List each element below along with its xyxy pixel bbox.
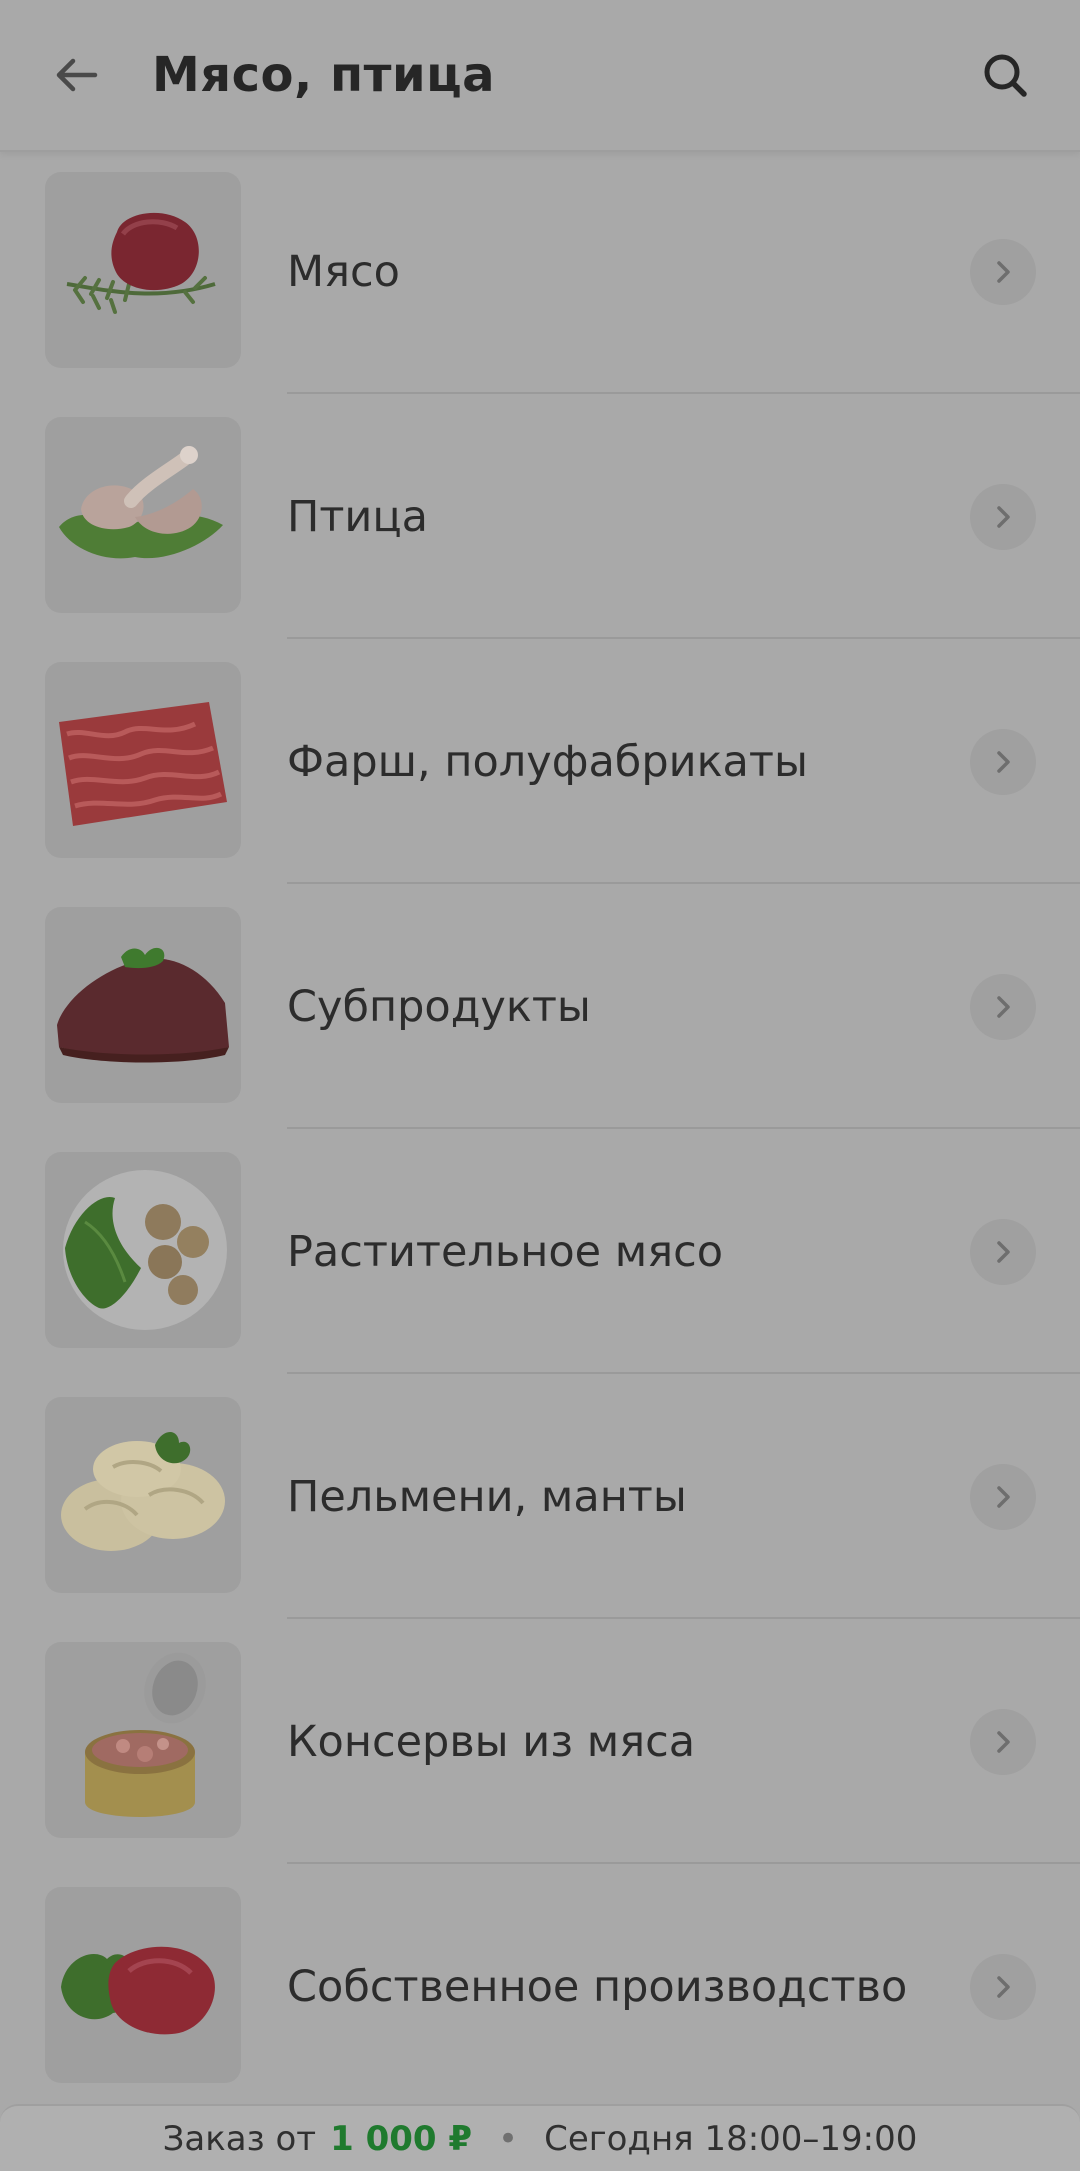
canned-meat-image — [45, 1642, 241, 1838]
category-row-dumplings[interactable]: Пельмени, манты — [0, 1375, 1080, 1620]
category-row-plant-meat[interactable]: Растительное мясо — [0, 1130, 1080, 1375]
row-divider — [287, 637, 1080, 639]
beef-image — [45, 172, 241, 368]
chevron-right-icon — [970, 974, 1036, 1040]
liver-image — [45, 907, 241, 1103]
category-label: Консервы из мяса — [287, 1717, 696, 1767]
category-row-poultry[interactable]: Птица — [0, 395, 1080, 640]
chevron-right-icon — [970, 1219, 1036, 1285]
category-row-offal[interactable]: Субпродукты — [0, 885, 1080, 1130]
category-label: Субпродукты — [287, 982, 591, 1032]
separator-dot: • — [498, 2118, 519, 2159]
dumplings-image — [45, 1397, 241, 1593]
category-row-meat[interactable]: Мясо — [0, 150, 1080, 395]
row-divider — [287, 1617, 1080, 1619]
order-prefix: Заказ от — [162, 2118, 317, 2159]
category-label: Пельмени, манты — [287, 1472, 687, 1522]
chevron-right-icon — [970, 484, 1036, 550]
own-production-meat-image — [45, 1887, 241, 2083]
chicken-legs-image — [45, 417, 241, 613]
row-divider — [287, 392, 1080, 394]
chevron-right-icon — [970, 1464, 1036, 1530]
row-divider — [287, 1862, 1080, 1864]
category-label: Собственное производство — [287, 1962, 908, 2012]
app-header: Мясо, птица — [0, 0, 1080, 152]
category-row-own-production[interactable]: Собственное производство — [0, 1865, 1080, 2110]
chevron-right-icon — [970, 239, 1036, 305]
back-button[interactable] — [42, 42, 112, 108]
category-list: Мясо Птица Фарш, полуфабрикаты Субпродук… — [0, 150, 1080, 2110]
plant-meat-image — [45, 1152, 241, 1348]
category-label: Мясо — [287, 247, 400, 297]
row-divider — [287, 1372, 1080, 1374]
delivery-info-bar[interactable]: Заказ от 1 000 ₽ • Сегодня 18:00–19:00 — [0, 2104, 1080, 2171]
chevron-right-icon — [970, 1709, 1036, 1775]
category-label: Растительное мясо — [287, 1227, 724, 1277]
category-label: Фарш, полуфабрикаты — [287, 737, 808, 787]
category-row-minced[interactable]: Фарш, полуфабрикаты — [0, 640, 1080, 885]
chevron-right-icon — [970, 729, 1036, 795]
arrow-left-icon — [56, 58, 98, 92]
category-label: Птица — [287, 492, 428, 542]
page-title: Мясо, птица — [152, 47, 496, 103]
row-divider — [287, 1127, 1080, 1129]
search-icon — [984, 54, 1027, 97]
min-order-amount: 1 000 ₽ — [330, 2118, 473, 2159]
minced-meat-image — [45, 662, 241, 858]
row-divider — [287, 882, 1080, 884]
delivery-slot: Сегодня 18:00–19:00 — [544, 2118, 918, 2159]
category-row-canned[interactable]: Консервы из мяса — [0, 1620, 1080, 1865]
search-button[interactable] — [970, 42, 1040, 108]
chevron-right-icon — [970, 1954, 1036, 2020]
